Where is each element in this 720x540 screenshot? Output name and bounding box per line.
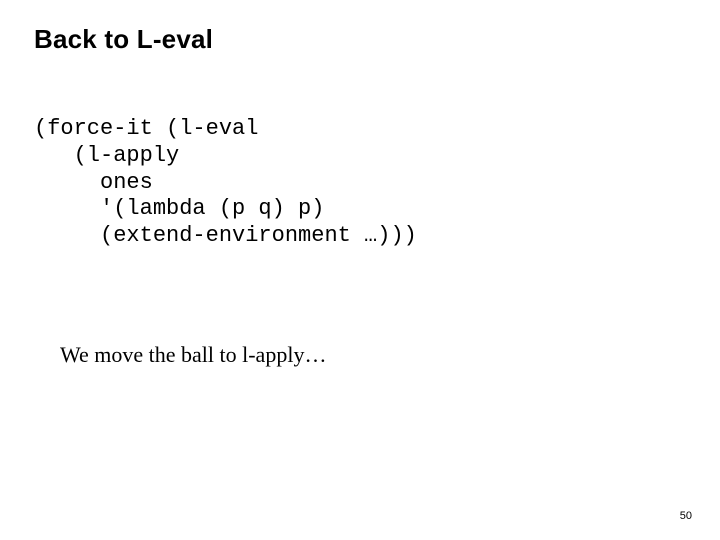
page-number: 50 (680, 510, 692, 522)
slide-title: Back to L-eval (34, 24, 213, 55)
code-block: (force-it (l-eval (l-apply ones '(lambda… (34, 116, 417, 250)
body-text: We move the ball to l-apply… (60, 342, 326, 368)
code-line-4: '(lambda (p q) p) (34, 196, 324, 221)
code-line-5: (extend-environment …))) (34, 223, 417, 248)
slide: Back to L-eval (force-it (l-eval (l-appl… (0, 0, 720, 540)
code-line-1: (force-it (l-eval (34, 116, 258, 141)
code-line-2: (l-apply (34, 143, 179, 168)
code-line-3: ones (34, 170, 153, 195)
